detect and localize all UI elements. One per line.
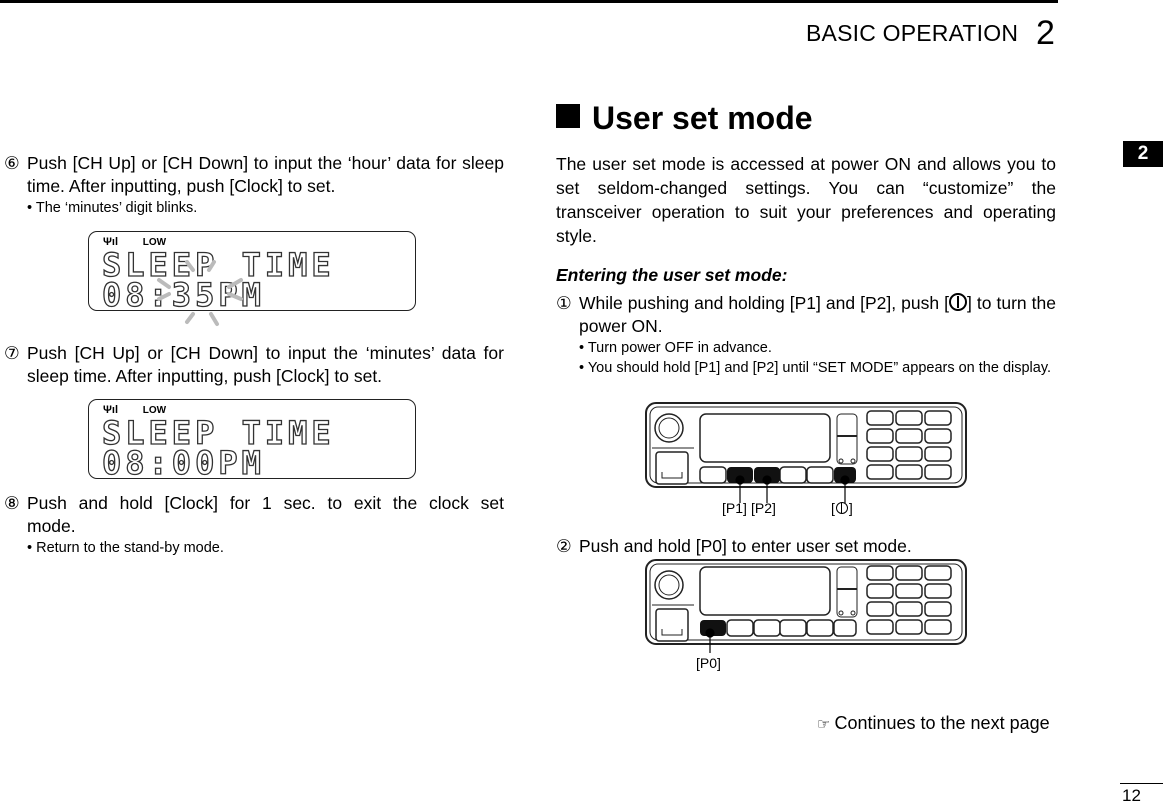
square-bullet-icon [556, 104, 580, 128]
blink-indicator-icon [157, 260, 243, 326]
user-set-step-1: ① While pushing and holding [P1] and [P2… [556, 292, 1056, 378]
pointing-hand-icon: ☞ [817, 715, 831, 733]
step-6: ⑥ Push [CH Up] or [CH Down] to input the… [4, 152, 504, 218]
user-set-step-2: ② Push and hold [P0] to enter user set m… [556, 535, 1056, 558]
lcd-display-sleep-time-minutes: Ψıl LOW SLEEP TIME 08:00PM [88, 399, 416, 482]
step-number: ② [556, 536, 572, 556]
step-text: Push [CH Up] or [CH Down] to input the ‘… [27, 153, 504, 196]
lcd-window [699, 566, 831, 616]
label-power: [] [831, 500, 853, 516]
step-7: ⑦ Push [CH Up] or [CH Down] to input the… [4, 342, 504, 388]
section-heading-text: User set mode [592, 100, 813, 136]
label-p2: [P2] [751, 500, 776, 516]
page-number: 12 [1122, 786, 1141, 805]
section-heading: User set mode [556, 100, 813, 137]
header-chapter-number: 2 [1036, 14, 1055, 52]
header-section-title: BASIC OPERATION [806, 20, 1019, 46]
label-p1: [P1] [722, 500, 747, 516]
step-note: • Turn power OFF in advance. [579, 340, 772, 356]
lcd-display-sleep-time-hour: Ψıl LOW SLEEP TIME 08:35PM [88, 231, 416, 326]
step-number: ⑧ [4, 493, 20, 513]
power-icon [835, 502, 848, 514]
step-note: • The ‘minutes’ digit blinks. [27, 200, 198, 216]
step-number: ⑥ [4, 153, 20, 173]
step-note: • Return to the stand-by mode. [27, 540, 224, 556]
page-number-rule [1120, 783, 1163, 784]
label-p0: [P0] [696, 655, 721, 671]
radio-front-panel-p1-p2-power [645, 402, 967, 503]
mic-connector-icon [655, 451, 689, 485]
top-rule [0, 0, 1058, 3]
radio-front-panel-p0 [645, 559, 967, 653]
step-text: Push [CH Up] or [CH Down] to input the ‘… [27, 343, 504, 386]
step-text: Push and hold [Clock] for 1 sec. to exit… [27, 493, 504, 536]
chapter-tab-marker[interactable]: 2 [1123, 141, 1163, 167]
lcd-window [699, 413, 831, 463]
step-number: ① [556, 293, 572, 313]
step-8: ⑧ Push and hold [Clock] for 1 sec. to ex… [4, 492, 504, 558]
step-text: While pushing and holding [P1] and [P2],… [579, 293, 1056, 336]
lcd-line-2: 08:00PM [101, 444, 265, 482]
step-note: • You should hold [P1] and [P2] until “S… [579, 360, 1052, 376]
subheading: Entering the user set mode: [556, 265, 788, 285]
mic-connector-icon [655, 608, 689, 642]
step-number: ⑦ [4, 343, 20, 363]
continues-note[interactable]: ☞ Continues to the next page [817, 713, 1050, 734]
intro-paragraph: The user set mode is accessed at power O… [556, 154, 1056, 246]
power-icon [948, 293, 967, 311]
step-text: Push and hold [P0] to enter user set mod… [579, 536, 912, 556]
